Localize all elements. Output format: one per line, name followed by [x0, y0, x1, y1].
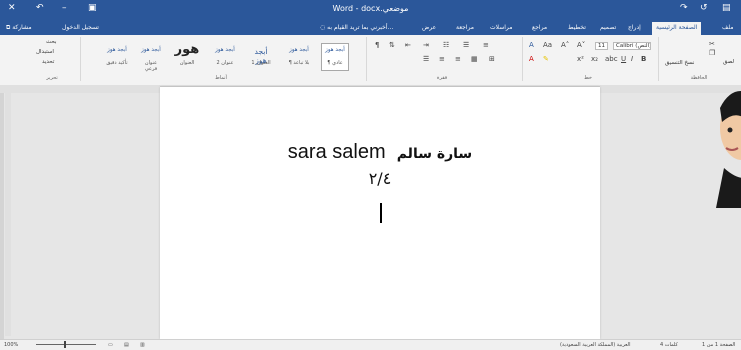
font-name-select[interactable]: Calibri (النص)	[613, 42, 651, 50]
tab-insert[interactable]: إدراج	[628, 24, 641, 31]
read-mode-icon[interactable]: ▭	[108, 342, 113, 348]
style-heading1[interactable]: أبجد هوز العنوان 1	[247, 43, 275, 71]
find-button[interactable]: بحث	[46, 39, 56, 45]
highlight-icon[interactable]: ✎	[543, 55, 549, 63]
rtl-icon[interactable]: ⇤	[405, 41, 411, 49]
sort-icon[interactable]: ⇅	[389, 41, 395, 49]
style-subtle-emphasis[interactable]: أبجد هوز تأكيد دقيق	[103, 43, 131, 71]
tab-file[interactable]: ملف	[722, 24, 733, 31]
paragraph-group-label: فقرة	[436, 75, 448, 81]
clipboard-group-label: الحافظة	[690, 75, 708, 81]
styles-group-label: أنماط	[215, 75, 227, 81]
underline-icon[interactable]: U	[621, 55, 626, 63]
style-title[interactable]: هور العنوان	[173, 42, 201, 71]
tab-mailings[interactable]: مراسلات	[490, 24, 512, 31]
tab-references[interactable]: مراجع	[532, 24, 547, 31]
font-color-icon[interactable]: A	[529, 55, 534, 63]
tab-home[interactable]: الصفحة الرئيسية	[652, 22, 702, 35]
styles-group: أبجد هوز تأكيد دقيق أبجد هوز عنوان فرعي …	[80, 37, 361, 81]
indent-icon[interactable]: ⇥	[423, 41, 429, 49]
borders-icon[interactable]: ⊞	[489, 55, 495, 63]
document-latin-name: sara salem	[287, 141, 386, 163]
document-line-2: ٢/٤	[368, 169, 392, 188]
paste-button[interactable]: لصق	[723, 59, 734, 65]
zoom-level[interactable]: 100%	[4, 342, 18, 348]
bold-icon[interactable]: B	[641, 55, 646, 63]
status-bar: 100% ▭ ▤ ▥ العربية (المملكة العربية السع…	[0, 339, 741, 350]
clipboard-group: ✂ ❐ نسخ التنسيق لصق الحافظة	[658, 37, 739, 81]
qat-save-icon[interactable]: ▤	[722, 3, 731, 13]
superscript-icon[interactable]: x²	[577, 55, 584, 63]
window-title: Word - docx.موضعي	[332, 4, 409, 13]
replace-button[interactable]: استبدال	[36, 49, 54, 55]
font-group: A Aa A˄ A˅ 11 Calibri (النص) A ✎ x² x₂ a…	[522, 37, 653, 81]
text-effects-icon[interactable]: A	[529, 41, 534, 49]
tab-design[interactable]: تصميم	[600, 24, 616, 31]
document-arabic-name: سارة سالم	[396, 146, 473, 162]
tell-me-box[interactable]: ◌ أخبرني بما تريد القيام به...	[320, 24, 393, 31]
editing-group-label: تحرير	[46, 75, 58, 81]
shading-icon[interactable]: ▦	[471, 55, 478, 63]
tab-review[interactable]: مراجعة	[456, 24, 474, 31]
zoom-slider-knob[interactable]	[64, 341, 66, 348]
font-size-select[interactable]: 11	[595, 42, 608, 50]
web-layout-icon[interactable]: ▥	[140, 342, 145, 348]
pilcrow-icon[interactable]: ¶	[375, 41, 379, 49]
zoom-slider[interactable]	[36, 344, 96, 345]
vertical-ruler[interactable]	[5, 93, 11, 336]
grow-font-icon[interactable]: A˄	[561, 41, 569, 49]
copy-icon[interactable]: ❐	[709, 49, 715, 57]
italic-icon[interactable]: I	[631, 55, 633, 63]
font-group-label: خط	[584, 75, 592, 81]
document-line-1: sara salem سارة سالم	[160, 141, 600, 164]
subscript-icon[interactable]: x₂	[591, 55, 598, 63]
ribbon-tabs: ⧉ مشاركة تسجيل الدخول ◌ أخبرني بما تريد …	[0, 22, 741, 35]
change-case-icon[interactable]: Aa	[543, 41, 552, 49]
tab-layout[interactable]: تخطيط	[568, 24, 586, 31]
tab-view[interactable]: عرض	[422, 24, 436, 31]
select-button[interactable]: تحديد	[42, 59, 54, 65]
multilevel-list-icon[interactable]: ☷	[443, 41, 449, 49]
title-bar: ✕ ↶ – ▣ Word - docx.موضعي ↷ ↺ ▤	[0, 0, 741, 22]
strikethrough-icon[interactable]: abc	[605, 55, 618, 63]
vertical-scrollbar[interactable]	[0, 93, 4, 339]
ribbon: بحث استبدال تحديد تحرير أبجد هوز تأكيد د…	[0, 35, 741, 86]
align-right-icon[interactable]: ≡	[439, 55, 445, 63]
text-cursor	[380, 203, 382, 223]
document-page[interactable]: sara salem سارة سالم ٢/٤	[160, 87, 600, 339]
format-painter-button[interactable]: نسخ التنسيق	[665, 60, 694, 66]
style-heading2[interactable]: أبجد هوز عنوان 2	[211, 43, 239, 71]
print-layout-icon[interactable]: ▤	[124, 342, 129, 348]
style-subtitle[interactable]: أبجد هوز عنوان فرعي	[137, 43, 165, 72]
paragraph-group: ¶ ⇅ ⇤ ⇥ ☷ ☰ ≡ ☰ ≡ ≡ ▦ ⊞ فقرة	[366, 37, 517, 81]
style-normal[interactable]: أبجد هوز ¶ عادي	[321, 43, 349, 71]
align-center-icon[interactable]: ≡	[455, 55, 461, 63]
editing-group: بحث استبدال تحديد تحرير	[30, 37, 74, 81]
avatar	[716, 91, 741, 208]
qat-redo-icon[interactable]: ↷	[680, 3, 688, 13]
bullets-icon[interactable]: ≡	[483, 41, 489, 49]
word-count[interactable]: 4 كلمات	[660, 342, 678, 348]
cut-icon[interactable]: ✂	[709, 40, 715, 48]
qat-undo-icon[interactable]: ↺	[700, 3, 708, 13]
language-status[interactable]: العربية (المملكة العربية السعودية)	[560, 342, 630, 348]
signin-link[interactable]: تسجيل الدخول	[62, 24, 99, 31]
numbering-icon[interactable]: ☰	[463, 41, 469, 49]
page-number[interactable]: الصفحة 1 من 1	[702, 342, 735, 348]
share-button[interactable]: ⧉ مشاركة	[6, 24, 32, 32]
style-no-spacing[interactable]: أبجد هوز ¶ بلا تباعد	[285, 43, 313, 71]
align-justify-icon[interactable]: ☰	[423, 55, 429, 63]
shrink-font-icon[interactable]: A˅	[577, 41, 585, 49]
